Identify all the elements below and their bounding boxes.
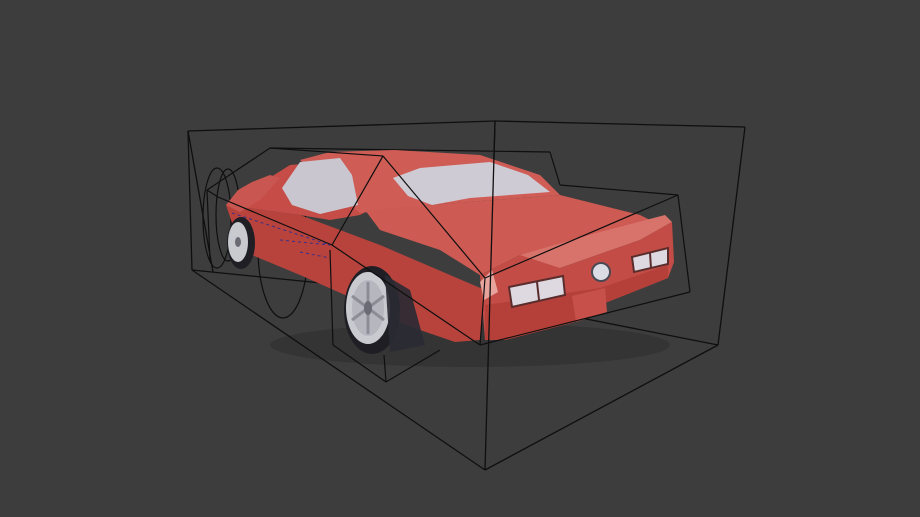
rear-badge xyxy=(591,262,611,282)
scene-canvas[interactable] xyxy=(0,0,920,517)
front-left-wheel xyxy=(227,217,255,269)
3d-viewport[interactable] xyxy=(0,0,920,517)
